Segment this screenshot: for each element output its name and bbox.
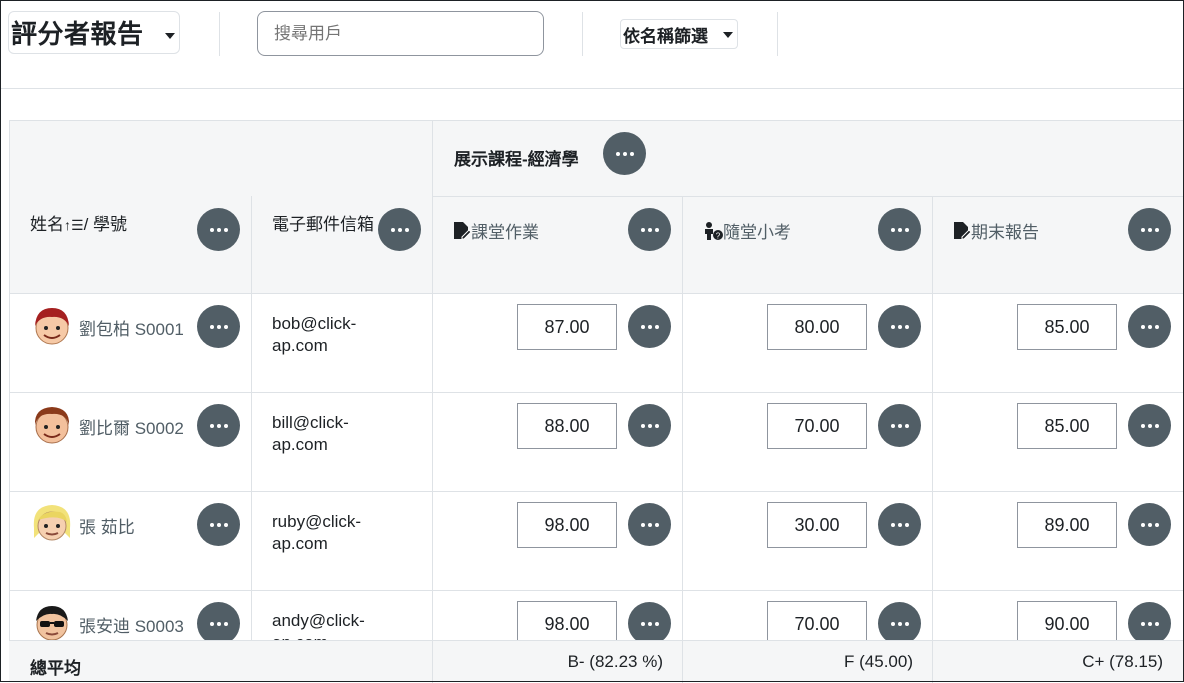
avatar-blonde-hair[interactable] [30,502,74,546]
name-column-label: 姓名 [30,215,64,234]
grade-actions-button[interactable] [628,602,671,645]
student-actions-button[interactable] [197,305,240,348]
chevron-down-icon [723,32,733,38]
grade-actions-button[interactable] [878,503,921,546]
name-column-header[interactable]: 姓名↑☰/ 學號 [30,210,127,235]
grade-input[interactable]: 80.00 [767,304,867,350]
grade-input[interactable]: 88.00 [517,403,617,449]
avatar-red-hair[interactable] [30,304,74,348]
grade-item-actions-button-3[interactable] [1128,208,1171,251]
student-email: ruby@click- [272,512,362,531]
email-column-header[interactable]: 電子郵件信箱 [272,210,374,235]
grade-item-header-3[interactable]: 期末報告 [953,218,1039,243]
grade-actions-button[interactable] [628,404,671,447]
grade-input[interactable]: 87.00 [517,304,617,350]
course-name: 展示課程-經濟學 [454,150,579,169]
overall-average-label: 總平均 [30,659,81,678]
overall-average-value: F (45.00) [844,652,913,671]
student-name-link[interactable]: 張 茹比 [79,513,135,538]
report-title: 評分者報告 [11,19,144,49]
toolbar-divider [777,12,778,56]
grade-actions-button[interactable] [1128,305,1171,348]
assignment-icon [454,222,472,240]
student-actions-button[interactable] [197,404,240,447]
search-users-input[interactable] [257,11,544,56]
toolbar-divider [582,12,583,56]
grade-input[interactable]: 89.00 [1017,502,1117,548]
student-email: ap.com [272,534,328,553]
student-email: ap.com [272,336,328,355]
grade-actions-button[interactable] [1128,404,1171,447]
name-column-actions-button[interactable] [197,208,240,251]
student-email: bob@click- [272,314,357,333]
grade-actions-button[interactable] [1128,503,1171,546]
filter-by-name-button[interactable]: 依名稱篩選 [620,19,738,49]
report-toolbar: 評分者報告 依名稱篩選 [0,0,1184,89]
toolbar-divider [219,12,220,56]
quiz-icon: ? [705,222,723,241]
avatar-brown-hair[interactable] [30,403,74,447]
grade-input[interactable]: 30.00 [767,502,867,548]
overall-average-row: 總平均 B- (82.23 %) F (45.00) C+ (78.15) [9,640,1184,683]
student-actions-button[interactable] [197,602,240,645]
grade-actions-button[interactable] [878,404,921,447]
report-selector-button[interactable]: 評分者報告 [8,11,180,54]
grade-actions-button[interactable] [878,305,921,348]
overall-average-value: B- (82.23 %) [567,652,663,671]
overall-average-value: C+ (78.15) [1082,652,1163,671]
grade-item-header-2[interactable]: ? 隨堂小考 [703,218,791,243]
grade-actions-button[interactable] [628,305,671,348]
assignment-icon [954,222,972,240]
filter-label: 依名稱篩選 [623,26,708,46]
student-email: andy@click- [272,611,365,630]
grade-item-label: 隨堂小考 [723,223,791,242]
student-email: bill@click- [272,413,349,432]
grade-input[interactable]: 85.00 [1017,403,1117,449]
chevron-down-icon [165,33,175,39]
grade-item-label: 課堂作業 [471,223,539,242]
grade-item-actions-button-2[interactable] [878,208,921,251]
grader-table: 展示課程-經濟學 姓名↑☰/ 學號 電子郵件信箱 課堂作業 ? 隨堂小考 期末報告… [9,120,1184,683]
header-background [9,120,1184,294]
student-name-link[interactable]: 張安迪 S0003 [79,612,184,637]
grade-actions-button[interactable] [628,503,671,546]
student-name-link[interactable]: 劉比爾 S0002 [79,414,184,439]
svg-text:?: ? [716,232,721,241]
email-column-actions-button[interactable] [378,208,421,251]
id-column-label: / 學號 [83,215,128,234]
grade-input[interactable]: 70.00 [767,403,867,449]
sort-ascending-icon[interactable]: ↑☰ [64,217,84,233]
grade-actions-button[interactable] [1128,602,1171,645]
student-actions-button[interactable] [197,503,240,546]
grade-input[interactable]: 85.00 [1017,304,1117,350]
student-email: ap.com [272,435,328,454]
student-name-link[interactable]: 劉包柏 S0001 [79,315,184,340]
course-actions-button[interactable] [603,132,646,175]
avatar-glasses[interactable] [30,601,74,645]
grade-actions-button[interactable] [878,602,921,645]
grade-item-header-1[interactable]: 課堂作業 [453,218,539,243]
grade-item-actions-button-1[interactable] [628,208,671,251]
grade-input[interactable]: 98.00 [517,502,617,548]
grade-item-label: 期末報告 [971,223,1039,242]
